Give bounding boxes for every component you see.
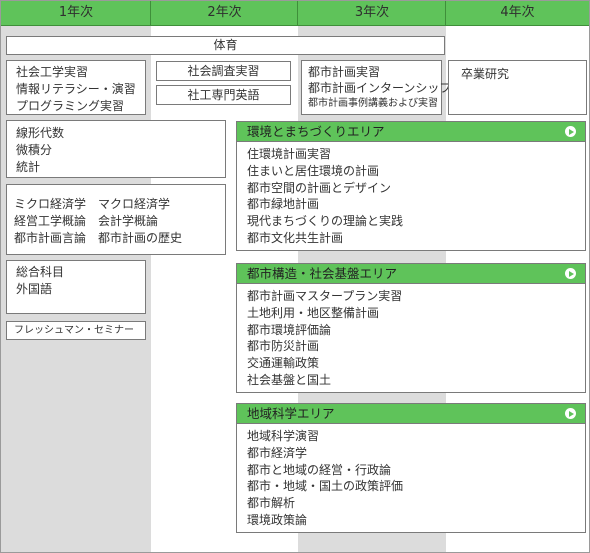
year1-economics-box: ミクロ経済学 マクロ経済学 経営工学概論 会計学概論 都市計画言論 都市計画の歴… bbox=[6, 184, 226, 255]
course-item: 総合科目 bbox=[16, 265, 65, 279]
header-divider bbox=[445, 1, 446, 25]
course-item: 都市防災計画 bbox=[247, 339, 320, 354]
course-item: 都市計画インターンシップ bbox=[308, 81, 452, 95]
play-circle-icon[interactable] bbox=[565, 126, 576, 137]
course-item: 卒業研究 bbox=[461, 67, 510, 81]
header-divider bbox=[150, 1, 151, 25]
course-item: 都市空間の計画とデザイン bbox=[247, 180, 392, 195]
area-course-list: 都市計画マスタープラン実習 土地利用・地区整備計画 都市環境評価論 都市防災計画… bbox=[237, 284, 585, 389]
year1-general-box: 総合科目 外国語 bbox=[6, 260, 146, 314]
course-item: 都市経済学 bbox=[247, 445, 308, 460]
course-item: 住まいと居住環境の計画 bbox=[247, 163, 380, 178]
course-item: プログラミング実習 bbox=[16, 99, 125, 113]
course-item: 情報リテラシー・演習 bbox=[16, 82, 136, 96]
area-header[interactable]: 都市構造・社会基盤エリア bbox=[237, 264, 585, 284]
social-survey-box: 社会調査実習 bbox=[156, 61, 291, 81]
area-header[interactable]: 環境とまちづくりエリア bbox=[237, 122, 585, 142]
course-item: 環境政策論 bbox=[247, 512, 308, 527]
course-item: 都市緑地計画 bbox=[247, 197, 320, 212]
course-item: 都市計画マスタープラン実習 bbox=[247, 289, 403, 303]
course-item: 都市と地域の経営・行政論 bbox=[247, 462, 392, 477]
course-item: 都市環境評価論 bbox=[247, 322, 332, 337]
course-item: 都市計画実習 bbox=[308, 65, 381, 79]
course-item: 交通運輸政策 bbox=[247, 356, 320, 371]
year2-header: 2年次 bbox=[151, 1, 298, 25]
course-item: 土地利用・地区整備計画 bbox=[247, 305, 380, 320]
course-item: 都市文化共生計画 bbox=[247, 230, 344, 245]
header-divider bbox=[297, 1, 298, 25]
freshman-seminar-box: フレッシュマン・セミナー bbox=[6, 321, 146, 340]
area-title: 環境とまちづくりエリア bbox=[247, 124, 385, 139]
area-environment: 環境とまちづくりエリア 住環境計画実習 住まいと居住環境の計画 都市空間の計画と… bbox=[236, 121, 586, 251]
area-urban-structure: 都市構造・社会基盤エリア 都市計画マスタープラン実習 土地利用・地区整備計画 都… bbox=[236, 263, 586, 393]
course-item: 現代まちづくりの理論と実践 bbox=[247, 214, 404, 229]
course-item: 微積分 bbox=[16, 143, 53, 157]
curriculum-chart: 1年次 2年次 3年次 4年次 体育 社会工学実習 情報リテラシー・演習 プログ… bbox=[0, 0, 590, 553]
course-item: 統計 bbox=[16, 160, 41, 174]
year3-header: 3年次 bbox=[298, 1, 446, 25]
year1-header: 1年次 bbox=[1, 1, 151, 25]
pe-bar: 体育 bbox=[6, 36, 445, 55]
course-item: 外国語 bbox=[16, 282, 53, 296]
year1-math-box: 線形代数 微積分 統計 bbox=[6, 120, 226, 178]
area-regional-science: 地域科学エリア 地域科学演習 都市経済学 都市と地域の経営・行政論 都市・地域・… bbox=[236, 403, 586, 533]
course-item: 都市計画言論 都市計画の歴史 bbox=[14, 231, 183, 245]
area-course-list: 住環境計画実習 住まいと居住環境の計画 都市空間の計画とデザイン 都市緑地計画 … bbox=[237, 142, 585, 247]
course-item: 都市計画事例講義および実習 bbox=[308, 98, 438, 109]
header-bottom-line bbox=[1, 25, 589, 26]
area-title: 都市構造・社会基盤エリア bbox=[247, 266, 398, 281]
course-item: 社会基盤と国土 bbox=[247, 372, 332, 387]
year4-header: 4年次 bbox=[446, 1, 589, 25]
area-course-list: 地域科学演習 都市経済学 都市と地域の経営・行政論 都市・地域・国土の政策評価 … bbox=[237, 424, 585, 529]
year1-practice-box: 社会工学実習 情報リテラシー・演習 プログラミング実習 bbox=[6, 60, 146, 115]
course-item: 経営工学概論 会計学概論 bbox=[14, 214, 159, 228]
graduation-research-box: 卒業研究 bbox=[448, 60, 587, 115]
course-item: 都市・地域・国土の政策評価 bbox=[247, 479, 404, 494]
course-item: 都市解析 bbox=[247, 496, 296, 511]
area-header[interactable]: 地域科学エリア bbox=[237, 404, 585, 424]
english-box: 社工専門英語 bbox=[156, 85, 291, 105]
course-item: ミクロ経済学 マクロ経済学 bbox=[14, 197, 171, 211]
play-circle-icon[interactable] bbox=[565, 268, 576, 279]
course-item: 線形代数 bbox=[16, 126, 65, 140]
course-item: 社会工学実習 bbox=[16, 65, 89, 79]
area-title: 地域科学エリア bbox=[247, 406, 335, 421]
play-circle-icon[interactable] bbox=[565, 408, 576, 419]
year3-planning-box: 都市計画実習 都市計画インターンシップ 都市計画事例講義および実習 bbox=[301, 60, 452, 115]
course-item: 地域科学演習 bbox=[247, 429, 320, 443]
course-item: 住環境計画実習 bbox=[247, 147, 332, 161]
